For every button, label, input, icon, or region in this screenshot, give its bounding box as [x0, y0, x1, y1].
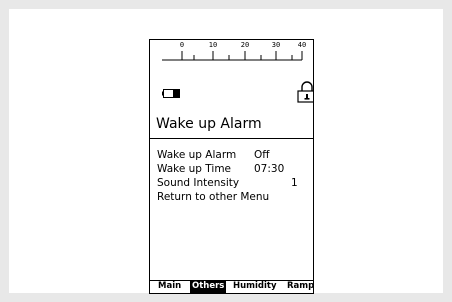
ruler-label-10: 10	[208, 41, 218, 49]
tab-others[interactable]: Others	[190, 281, 227, 293]
menu-item-wake-up-alarm[interactable]: Wake up Alarm Off	[157, 148, 307, 162]
menu-list: Wake up Alarm Off Wake up Time 07:30 Sou…	[157, 148, 307, 204]
tab-humidity[interactable]: Humidity	[231, 281, 279, 293]
menu-item-wake-up-time[interactable]: Wake up Time 07:30	[157, 162, 307, 176]
ruler-label-40: 40	[297, 41, 307, 49]
menu-item-return-to-other-menu[interactable]: Return to other Menu	[157, 190, 307, 204]
temperature-ruler: 0 10 20 30 40	[150, 40, 313, 68]
menu-item-sound-intensity[interactable]: Sound Intensity 1	[157, 176, 307, 190]
wake-up-time-value: 07:30	[254, 163, 285, 175]
ruler-ticks	[162, 51, 303, 61]
menu-item-label: Sound Intensity	[157, 177, 240, 189]
battery-low-icon	[162, 83, 180, 98]
tab-bar: Main Others Humidity Ramp	[150, 280, 313, 293]
device-display: 0 10 20 30 40 Wake up Alarm Wake up Alar…	[149, 39, 314, 294]
lock-icon	[297, 81, 313, 107]
tab-main[interactable]: Main	[156, 281, 183, 293]
sound-intensity-value: 1	[291, 177, 298, 189]
title-divider	[150, 138, 313, 139]
ruler-label-20: 20	[240, 41, 250, 49]
screen-title: Wake up Alarm	[156, 116, 262, 132]
ruler-label-0: 0	[179, 41, 185, 49]
tab-ramp[interactable]: Ramp	[285, 281, 313, 293]
wake-up-alarm-value: Off	[254, 149, 270, 161]
menu-item-label: Return to other Menu	[157, 191, 270, 203]
menu-item-label: Wake up Time	[157, 163, 232, 175]
ruler-label-30: 30	[271, 41, 281, 49]
canvas-panel: 0 10 20 30 40 Wake up Alarm Wake up Alar…	[9, 9, 443, 294]
menu-item-label: Wake up Alarm	[157, 149, 237, 161]
